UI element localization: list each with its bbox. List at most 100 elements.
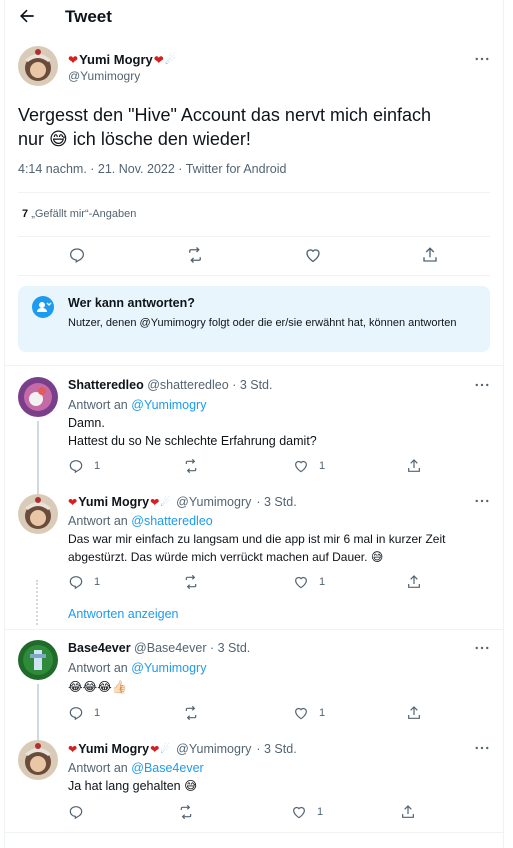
- reply-author-handle[interactable]: @Yumimogry: [176, 742, 251, 756]
- reply-author-name[interactable]: Yumi Mogry: [78, 495, 149, 509]
- retweet-icon[interactable]: [183, 705, 199, 721]
- back-arrow-icon[interactable]: [17, 6, 37, 26]
- reply-icon[interactable]: [68, 804, 84, 820]
- reply-text: 😂😂😂👍🏻: [68, 680, 128, 694]
- reply-to-link[interactable]: @Yumimogry: [131, 661, 206, 675]
- sweat-smile-emoji: 😅: [49, 129, 68, 149]
- avatar[interactable]: [18, 494, 58, 534]
- reply-text-line2: Hattest du so Ne schlechte Erfahrung dam…: [68, 434, 317, 448]
- author-name[interactable]: ❤ Yumi Mogry ❤ ☄: [68, 52, 176, 67]
- like-icon[interactable]: [293, 458, 309, 474]
- retweet-icon[interactable]: [183, 458, 199, 474]
- reply-header: Shatteredleo @shatteredleo · 3 Std.: [68, 378, 272, 392]
- more-icon[interactable]: [473, 639, 491, 657]
- likes-label: „Gefällt mir“-Angaben: [31, 208, 137, 220]
- more-icon[interactable]: [473, 376, 491, 394]
- reply-to-line: Antwort an @Base4ever: [68, 759, 204, 777]
- author-name-text: Yumi Mogry: [79, 52, 153, 67]
- share-icon[interactable]: [406, 574, 422, 590]
- more-icon[interactable]: [473, 492, 491, 510]
- reply-to-line: Antwort an @Yumimogry: [68, 659, 206, 677]
- avatar[interactable]: [18, 740, 58, 780]
- tweet-text-line2-start: nur: [18, 129, 45, 149]
- reply-count: 1: [94, 707, 101, 719]
- heart-emoji: ❤: [68, 743, 78, 756]
- reply-to-link[interactable]: @Base4ever: [131, 761, 203, 775]
- reply-time[interactable]: · 3 Std.: [232, 378, 272, 392]
- heart-emoji: ❤: [150, 743, 160, 756]
- sweat-smile-emoji: 😅: [370, 550, 384, 564]
- more-icon[interactable]: [473, 50, 491, 68]
- like-action[interactable]: 1: [293, 458, 325, 474]
- reply-time[interactable]: · 3 Std.: [210, 641, 250, 655]
- reply-icon[interactable]: [68, 246, 86, 264]
- reply-author-name[interactable]: Base4ever: [68, 641, 131, 655]
- divider: [4, 832, 504, 833]
- retweet-icon[interactable]: [183, 574, 199, 590]
- reply-to-link[interactable]: @Yumimogry: [131, 398, 206, 412]
- page-title: Tweet: [65, 7, 112, 26]
- reply-author-name[interactable]: Shatteredleo: [68, 378, 144, 392]
- heart-emoji: ❤: [68, 52, 79, 67]
- reply-to-link[interactable]: @shatteredleo: [131, 514, 213, 528]
- author-handle[interactable]: @Yumimogry: [68, 69, 140, 83]
- tweet-text: Vergesst den "Hive" Account das nervt mi…: [18, 103, 488, 151]
- reply-time[interactable]: · 3 Std.: [256, 495, 296, 509]
- reply-text: Damn. Hattest du so Ne schlechte Erfahru…: [68, 414, 317, 450]
- sweat-smile-emoji: 😅: [184, 779, 198, 793]
- like-count: 1: [319, 460, 326, 472]
- likes-stat[interactable]: 7 „Gefällt mir“-Angaben: [22, 208, 136, 220]
- reply-author-handle[interactable]: @Yumimogry: [176, 495, 251, 509]
- show-replies-link[interactable]: Antworten anzeigen: [68, 607, 179, 621]
- share-icon[interactable]: [400, 804, 416, 820]
- share-icon[interactable]: [406, 705, 422, 721]
- like-icon[interactable]: [304, 246, 322, 264]
- share-icon[interactable]: [406, 458, 422, 474]
- reply-text-line2: abgestürzt. Das würde mich verrückt mach…: [68, 550, 368, 564]
- reply-author-handle[interactable]: @shatteredleo: [147, 378, 229, 392]
- divider: [18, 236, 490, 237]
- likes-count: 7: [22, 208, 29, 220]
- tweet-meta[interactable]: 4:14 nachm. · 21. Nov. 2022 · Twitter fo…: [18, 162, 286, 176]
- comet-emoji: ☄: [160, 743, 171, 756]
- like-icon[interactable]: [291, 804, 307, 820]
- heart-emoji: ❤: [68, 496, 78, 509]
- reply-header: ❤ Yumi Mogry ❤ ☄ @Yumimogry · 3 Std.: [68, 742, 297, 756]
- reply-action[interactable]: 1: [68, 705, 100, 721]
- reply-text-line1: Damn.: [68, 416, 105, 430]
- avatar[interactable]: [18, 46, 58, 86]
- divider: [18, 192, 490, 193]
- avatar[interactable]: [18, 640, 58, 680]
- retweet-icon[interactable]: [178, 804, 194, 820]
- like-count: 1: [317, 806, 324, 818]
- reply-time[interactable]: · 3 Std.: [256, 742, 296, 756]
- thread-line: [37, 684, 39, 740]
- reply-icon[interactable]: [68, 458, 84, 474]
- like-icon[interactable]: [293, 574, 309, 590]
- tweet-text-line2: nur 😅 ich lösche den wieder!: [18, 127, 488, 151]
- reply-header: Base4ever @Base4ever · 3 Std.: [68, 641, 250, 655]
- like-action[interactable]: 1: [293, 574, 325, 590]
- tweet-text-line2-end: ich lösche den wieder!: [72, 129, 251, 149]
- like-action[interactable]: 1: [293, 705, 325, 721]
- like-icon[interactable]: [293, 705, 309, 721]
- avatar[interactable]: [18, 377, 58, 417]
- like-count: 1: [319, 707, 326, 719]
- reply-icon[interactable]: [68, 705, 84, 721]
- more-icon[interactable]: [473, 739, 491, 757]
- reply-to-prefix: Antwort an: [68, 514, 128, 528]
- reply-author-name[interactable]: Yumi Mogry: [78, 742, 149, 756]
- reply-action[interactable]: 1: [68, 458, 100, 474]
- comet-emoji: ☄: [164, 52, 176, 67]
- like-action[interactable]: 1: [291, 804, 323, 820]
- reply-text-line1: Ja hat lang gehalten: [68, 779, 181, 793]
- reply-icon[interactable]: [68, 574, 84, 590]
- retweet-icon[interactable]: [186, 246, 204, 264]
- share-icon[interactable]: [421, 246, 439, 264]
- thread-line: [37, 421, 39, 486]
- reply-author-handle[interactable]: @Base4ever: [134, 641, 206, 655]
- reply-action[interactable]: 1: [68, 574, 100, 590]
- reply-text: Ja hat lang gehalten 😅: [68, 777, 197, 795]
- divider: [18, 275, 490, 276]
- reply-text-line1: Das war mir einfach zu langsam und die a…: [68, 532, 446, 546]
